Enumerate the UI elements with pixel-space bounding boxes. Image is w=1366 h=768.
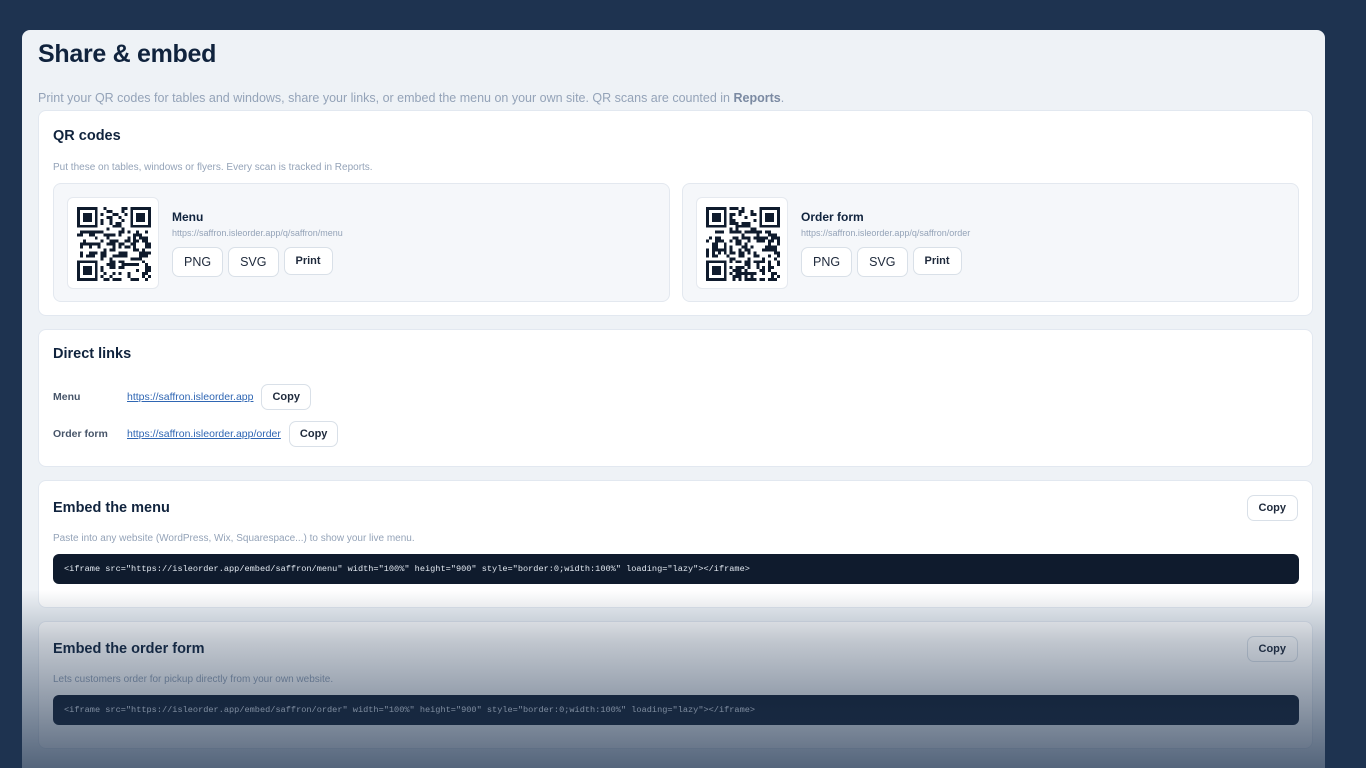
qr-code-icon bbox=[77, 207, 151, 281]
embed-order-title: Embed the order form bbox=[53, 641, 205, 657]
qr-menu-name: Menu bbox=[172, 210, 204, 224]
embed-order-code[interactable]: <iframe src="https://isleorder.app/embed… bbox=[53, 695, 1299, 725]
page-subtitle-text: Print your QR codes for tables and windo… bbox=[38, 91, 734, 105]
order-form-link[interactable]: https://saffron.isleorder.app/order bbox=[127, 428, 281, 440]
download-png-button[interactable]: PNG bbox=[172, 247, 224, 277]
menu-link[interactable]: https://saffron.isleorder.app bbox=[127, 391, 253, 403]
download-svg-button[interactable]: SVG bbox=[228, 247, 279, 277]
embed-order-subtitle: Lets customers order for pickup directly… bbox=[53, 674, 334, 685]
qr-order-name: Order form bbox=[801, 210, 864, 224]
direct-links-card: Direct links Menu https://saffron.isleor… bbox=[38, 329, 1313, 467]
link-label: Order form bbox=[53, 428, 108, 440]
embed-menu-code[interactable]: <iframe src="https://isleorder.app/embed… bbox=[53, 554, 1299, 584]
qr-menu-url: https://saffron.isleorder.app/q/saffron/… bbox=[172, 228, 343, 238]
qr-codes-title: QR codes bbox=[53, 128, 121, 144]
qr-code-image bbox=[67, 197, 159, 289]
qr-order-actions: PNG SVG Print bbox=[801, 247, 962, 277]
copy-embed-order-button[interactable]: Copy bbox=[1246, 636, 1298, 662]
page-subtitle-end: . bbox=[780, 91, 785, 105]
qr-tile-order-form: Order form https://saffron.isleorder.app… bbox=[682, 183, 1299, 302]
direct-links-title: Direct links bbox=[53, 346, 132, 362]
embed-menu-card: Embed the menu Paste into any website (W… bbox=[38, 480, 1313, 608]
copy-embed-menu-button[interactable]: Copy bbox=[1246, 495, 1298, 521]
download-svg-button[interactable]: SVG bbox=[857, 247, 908, 277]
share-embed-page: Share & embed Print your QR codes for ta… bbox=[22, 30, 1325, 768]
qr-menu-actions: PNG SVG Print bbox=[172, 247, 333, 277]
link-row-menu: Menu https://saffron.isleorder.app Copy bbox=[53, 384, 311, 410]
page-subtitle: Print your QR codes for tables and windo… bbox=[38, 91, 1313, 105]
print-button[interactable]: Print bbox=[912, 247, 962, 275]
embed-menu-subtitle: Paste into any website (WordPress, Wix, … bbox=[53, 533, 415, 544]
copy-menu-link-button[interactable]: Copy bbox=[261, 384, 311, 410]
print-button[interactable]: Print bbox=[283, 247, 333, 275]
qr-codes-card: QR codes Put these on tables, windows or… bbox=[38, 110, 1313, 316]
qr-code-icon bbox=[706, 207, 780, 281]
link-row-order-form: Order form https://saffron.isleorder.app… bbox=[53, 421, 339, 447]
qr-order-url: https://saffron.isleorder.app/q/saffron/… bbox=[801, 228, 971, 238]
download-png-button[interactable]: PNG bbox=[801, 247, 853, 277]
qr-tile-menu: Menu https://saffron.isleorder.app/q/saf… bbox=[53, 183, 670, 302]
qr-codes-subtitle: Put these on tables, windows or flyers. … bbox=[53, 162, 373, 173]
embed-order-card: Embed the order form Lets customers orde… bbox=[38, 621, 1313, 749]
page-title: Share & embed bbox=[38, 40, 217, 68]
qr-code-image bbox=[696, 197, 788, 289]
reports-link[interactable]: Reports bbox=[733, 91, 780, 105]
copy-order-link-button[interactable]: Copy bbox=[288, 421, 339, 447]
link-label: Menu bbox=[53, 391, 81, 403]
embed-menu-title: Embed the menu bbox=[53, 500, 170, 516]
